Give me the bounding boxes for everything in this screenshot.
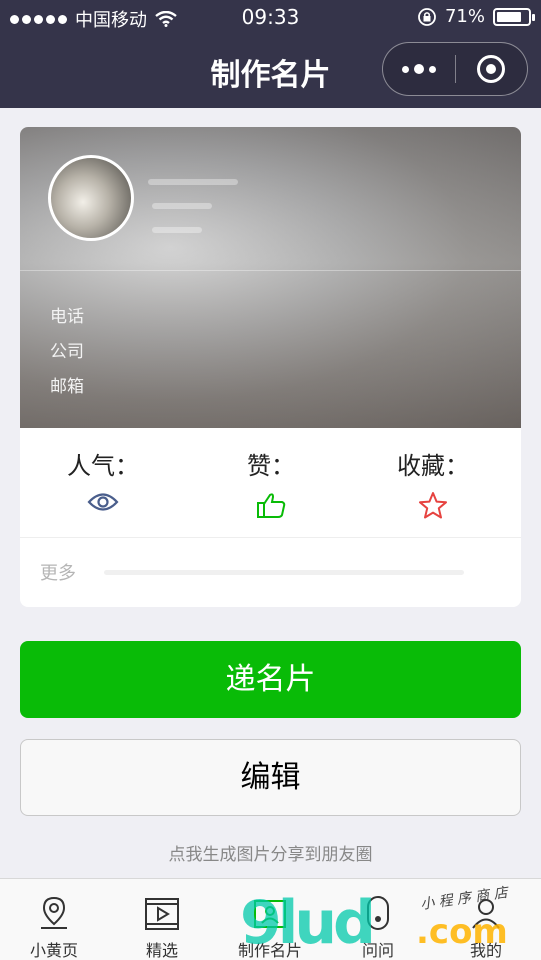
- ask-icon: [367, 896, 389, 930]
- tab-label: 制作名片: [237, 941, 302, 960]
- stat-likes: 赞：: [196, 446, 346, 519]
- card-stats: 人气： 赞： 收藏：: [20, 428, 521, 538]
- tab-yellow-pages[interactable]: 小黄页: [0, 879, 108, 960]
- star-icon[interactable]: [418, 491, 448, 519]
- favorites-label: 收藏：: [397, 452, 469, 480]
- status-bar: 中国移动 09:33 71%: [0, 0, 541, 36]
- close-miniprogram-icon[interactable]: [455, 43, 527, 95]
- rotation-lock-icon: [418, 7, 436, 26]
- card-divider: [20, 537, 521, 538]
- phone-label: 电话: [50, 307, 84, 327]
- more-menu-icon[interactable]: [383, 43, 455, 95]
- avatar[interactable]: [48, 155, 134, 241]
- subtitle-blurred: [152, 227, 202, 233]
- tab-label: 精选: [145, 941, 178, 960]
- email-label: 邮箱: [50, 377, 84, 397]
- tab-label: 问问: [361, 941, 394, 960]
- tab-ask[interactable]: 问问: [324, 879, 432, 960]
- more-label[interactable]: 更多: [40, 559, 76, 585]
- nav-bar: 制作名片: [0, 36, 541, 108]
- card-icon: [254, 900, 286, 928]
- stat-favorites: 收藏：: [358, 446, 508, 519]
- business-card: 电话 公司 邮箱 人气： 赞： 收藏： 更多: [20, 127, 521, 607]
- title-blurred: [152, 203, 212, 209]
- location-pin-icon: [41, 896, 67, 929]
- tab-label: 小黄页: [29, 941, 78, 960]
- company-label: 公司: [50, 342, 84, 362]
- likes-label: 赞：: [247, 452, 295, 480]
- card-cover: 电话 公司 邮箱: [20, 127, 521, 428]
- video-play-icon: [145, 898, 179, 930]
- eye-icon[interactable]: [87, 491, 119, 513]
- tab-make-card[interactable]: 制作名片: [216, 879, 324, 960]
- status-right: 71%: [417, 6, 535, 27]
- battery-icon: [493, 7, 535, 26]
- stat-popularity: 人气：: [28, 446, 178, 513]
- share-hint-link[interactable]: 点我生成图片分享到朋友圈: [0, 840, 541, 865]
- tab-label: 我的: [469, 941, 502, 960]
- battery-percent: 71%: [444, 6, 485, 27]
- tab-featured[interactable]: 精选: [108, 879, 216, 960]
- tab-bar: 小黄页 精选 制作名片 问问 我的: [0, 878, 541, 960]
- cover-divider: [20, 270, 521, 271]
- miniprogram-capsule: [382, 42, 528, 96]
- popularity-label: 人气：: [67, 452, 139, 480]
- thumbs-up-icon[interactable]: [256, 491, 286, 519]
- send-card-button[interactable]: 递名片: [20, 641, 521, 718]
- more-content-blurred: [104, 570, 464, 575]
- name-blurred: [148, 179, 238, 185]
- tab-mine[interactable]: 我的: [432, 879, 540, 960]
- profile-icon: [472, 899, 500, 929]
- edit-button[interactable]: 编辑: [20, 739, 521, 816]
